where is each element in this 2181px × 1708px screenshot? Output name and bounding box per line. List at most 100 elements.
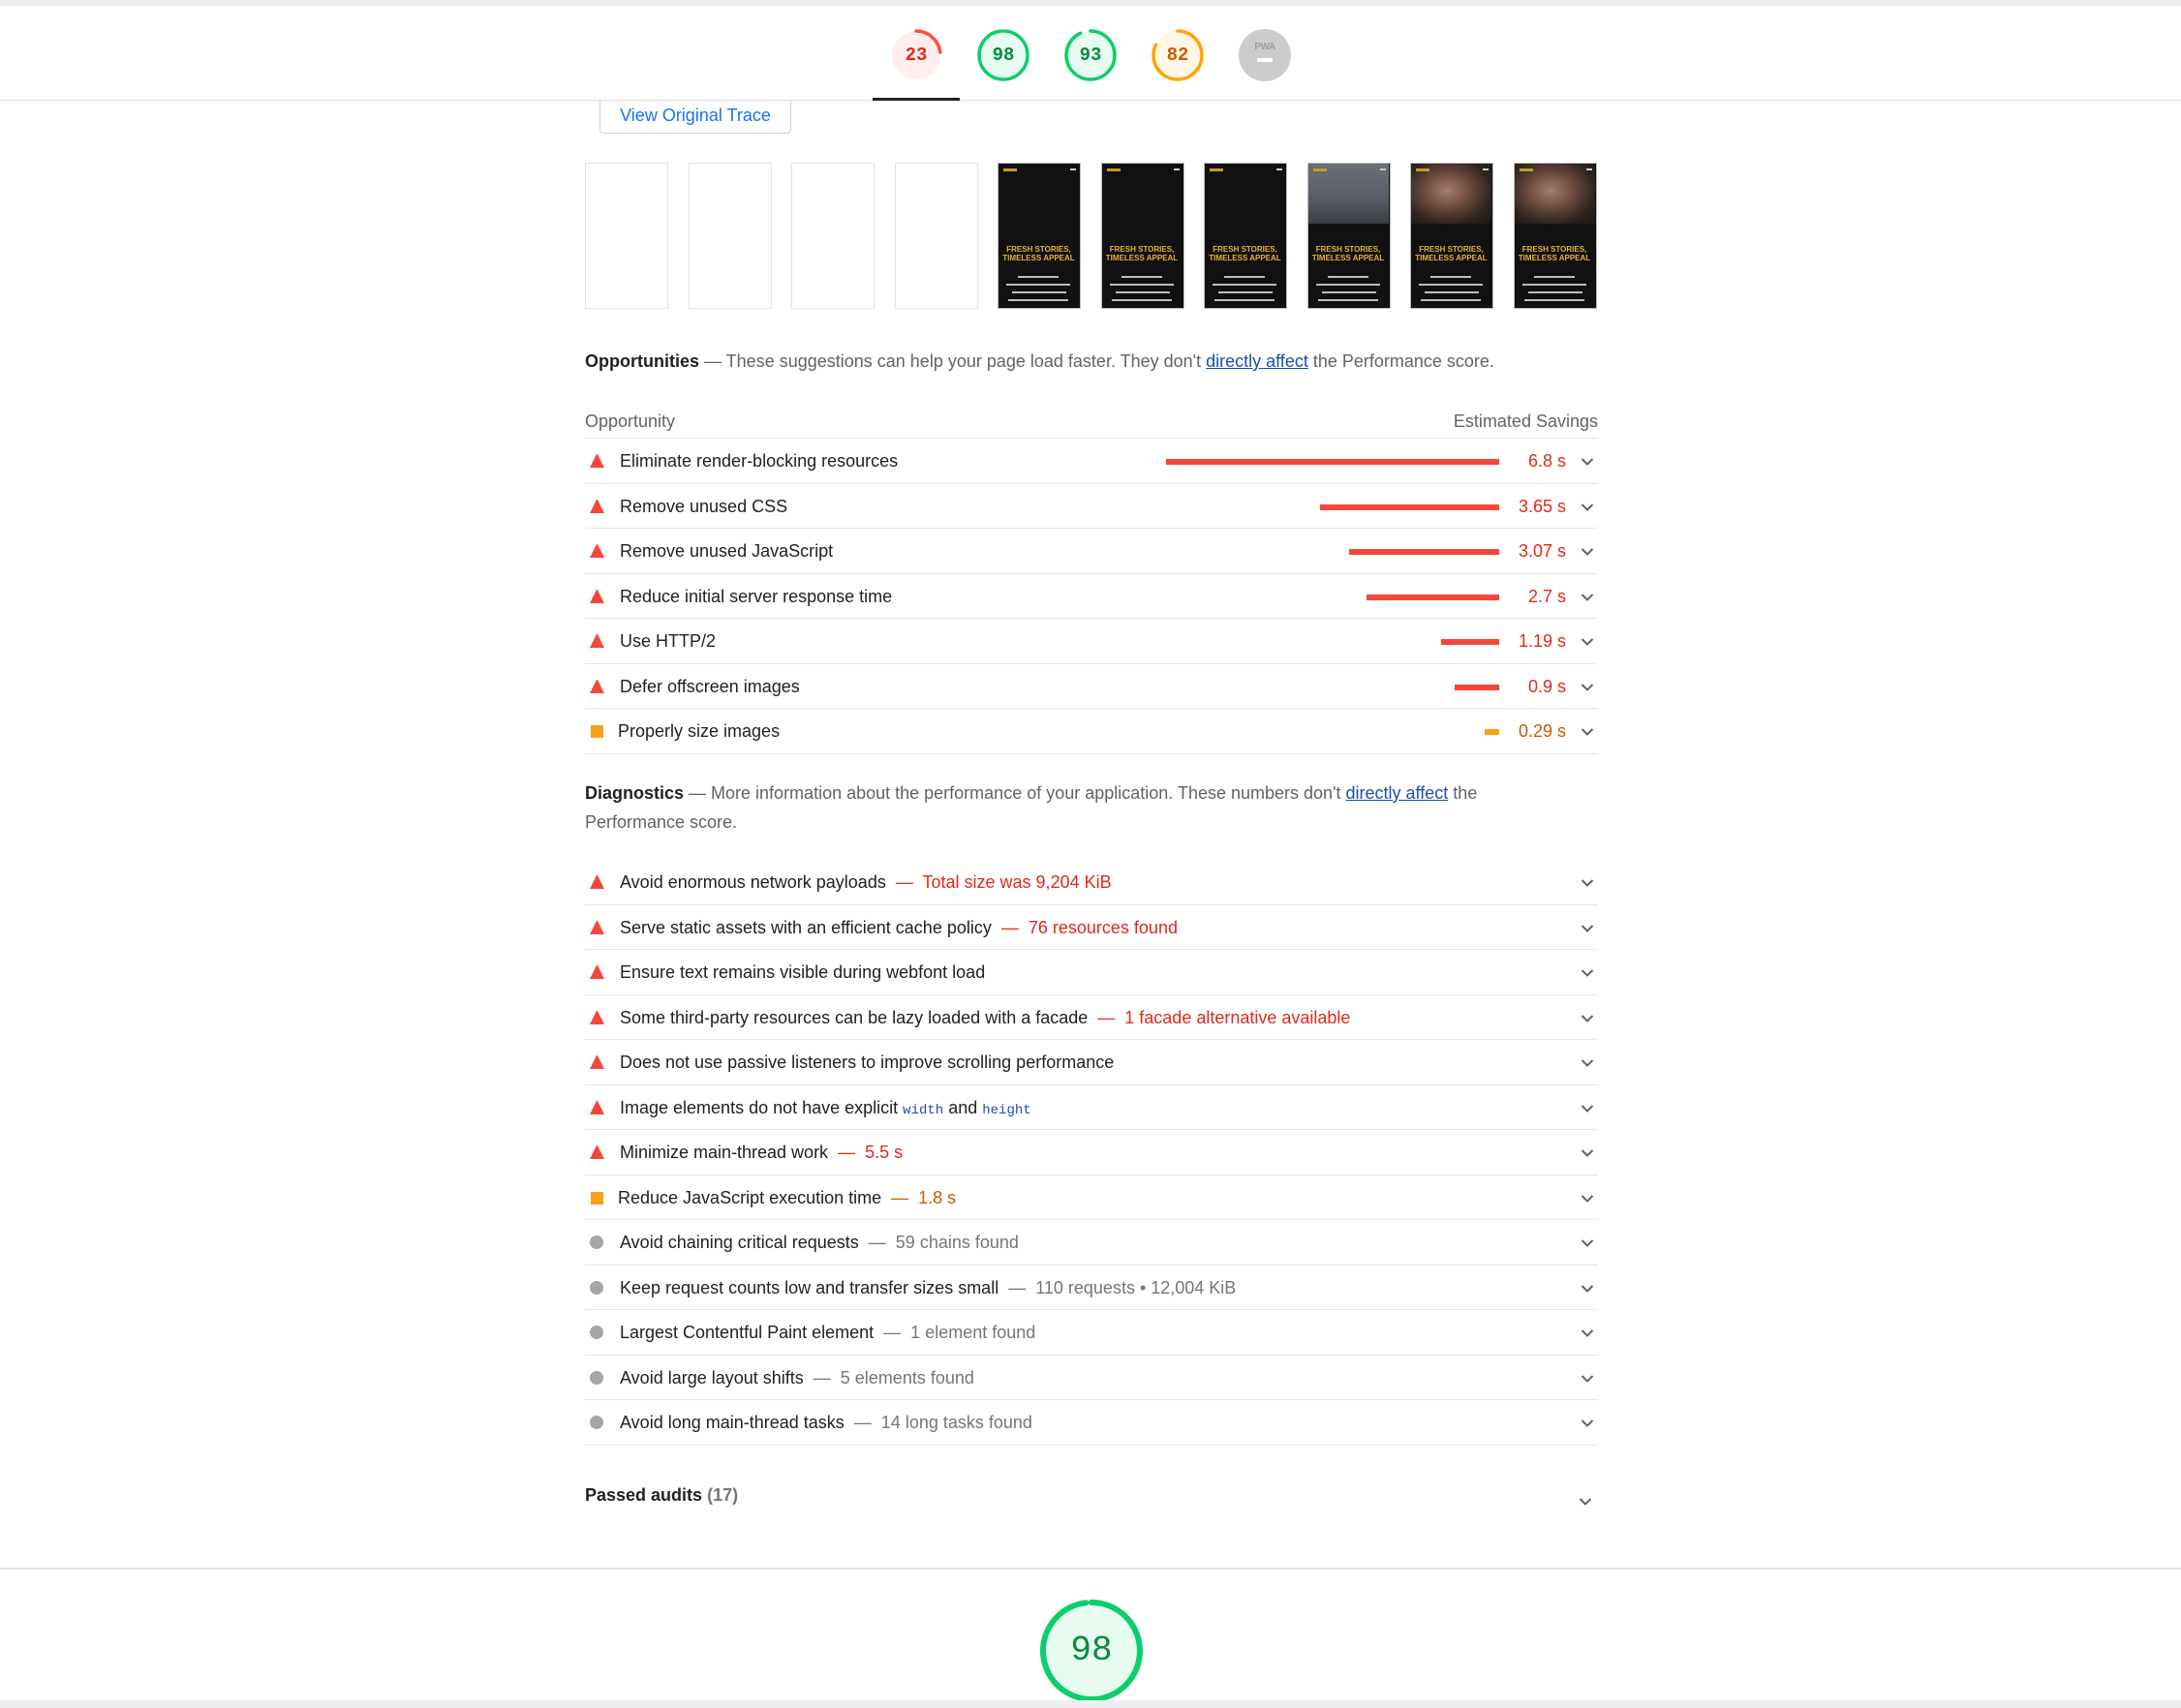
directly-affect-link[interactable]: directly affect	[1346, 783, 1449, 803]
chevron-down-icon[interactable]	[1581, 1055, 1594, 1067]
frame-text-line	[1109, 284, 1174, 286]
diagnostic-row[interactable]: Ensure text remains visible during webfo…	[585, 950, 1598, 995]
diagnostic-title-text: Avoid large layout shifts	[620, 1367, 804, 1388]
diagnostic-row[interactable]: Image elements do not have explicit widt…	[585, 1085, 1598, 1130]
opportunity-title: Remove unused JavaScript	[620, 541, 834, 561]
frame-text-line	[1421, 299, 1481, 301]
chevron-down-icon[interactable]	[1581, 454, 1594, 466]
diagnostic-title: Serve static assets with an efficient ca…	[620, 918, 1178, 938]
chevron-down-icon[interactable]	[1581, 1371, 1594, 1383]
chevron-down-icon[interactable]	[1581, 1191, 1594, 1203]
performance-score-gauge[interactable]: 23	[889, 28, 943, 82]
frame-text-line	[1115, 291, 1170, 293]
opportunity-row[interactable]: Reduce initial server response time 2.7 s	[585, 574, 1598, 619]
passed-audits-count: (17)	[707, 1485, 739, 1505]
pwa-score-gauge[interactable]: PWA	[1238, 28, 1292, 82]
chevron-down-icon[interactable]	[1581, 634, 1594, 646]
diagnostic-row[interactable]: Some third-party resources can be lazy l…	[585, 995, 1598, 1040]
fail-triangle-icon	[590, 589, 604, 603]
frame-headline: FRESH STORIES, TIMELESS APPEAL	[1002, 245, 1075, 262]
estimated-savings-value: 2.7 s	[1527, 586, 1566, 606]
diagnostic-row[interactable]: Keep request counts low and transfer siz…	[585, 1266, 1598, 1310]
chevron-down-icon[interactable]	[1581, 965, 1594, 977]
opportunity-row[interactable]: Remove unused JavaScript 3.07 s	[585, 529, 1598, 574]
diagnostics-title: Diagnostics	[585, 783, 685, 803]
diagnostic-row[interactable]: Largest Contentful Paint element — 1 ele…	[585, 1310, 1598, 1356]
diagnostic-detail: — 5 elements found	[803, 1367, 974, 1388]
opportunity-row[interactable]: Defer offscreen images 0.9 s	[585, 664, 1598, 709]
chevron-down-icon[interactable]	[1581, 875, 1594, 887]
filmstrip-frame	[585, 163, 668, 309]
chevron-down-icon[interactable]	[1579, 1491, 1592, 1511]
opportunity-column-label: Opportunity	[585, 412, 676, 431]
code-width: width	[903, 1102, 944, 1118]
frame-headline: FRESH STORIES, TIMELESS APPEAL	[1209, 245, 1281, 262]
filmstrip-frame: FRESH STORIES, TIMELESS APPEAL	[1410, 163, 1493, 309]
accessibility-score-value: 98	[1070, 1631, 1113, 1670]
diagnostic-row[interactable]: Minimize main-thread work — 5.5 s	[585, 1130, 1598, 1175]
chevron-down-icon[interactable]	[1581, 1235, 1594, 1247]
chevron-down-icon[interactable]	[1581, 544, 1594, 556]
opportunity-row[interactable]: Remove unused CSS 3.65 s	[585, 484, 1598, 529]
gauge-row: 23 98 93 82 PWA	[872, 6, 1307, 101]
estimated-savings-value: 1.19 s	[1518, 631, 1566, 651]
diagnostic-detail: — 76 resources found	[991, 917, 1178, 937]
filmstrip-frame	[791, 163, 875, 309]
opportunity-title: Properly size images	[618, 721, 781, 741]
seo-score-gauge[interactable]: 82	[1151, 28, 1205, 82]
accessibility-score-gauge[interactable]: 98	[1039, 1599, 1144, 1703]
diagnostic-detail: — 1 element found	[874, 1323, 1036, 1342]
diagnostics-description-end: the	[1448, 783, 1478, 803]
accessibility-score-value: 98	[992, 45, 1015, 66]
filmstrip-frame: FRESH STORIES, TIMELESS APPEAL	[1513, 163, 1597, 309]
diagnostic-row[interactable]: Avoid chaining critical requests — 59 ch…	[585, 1220, 1598, 1266]
chevron-down-icon[interactable]	[1581, 1145, 1594, 1157]
savings-bar	[1320, 503, 1499, 510]
opportunity-row[interactable]: Eliminate render-blocking resources 6.8 s	[585, 439, 1598, 484]
frame-logo	[1106, 168, 1121, 171]
chevron-down-icon[interactable]	[1581, 680, 1594, 691]
chevron-down-icon[interactable]	[1581, 1101, 1594, 1113]
diagnostic-row[interactable]: Reduce JavaScript execution time — 1.8 s	[585, 1175, 1598, 1220]
frame-text-line	[1430, 276, 1471, 278]
opportunity-row[interactable]: Use HTTP/2 1.19 s	[585, 619, 1598, 664]
chevron-down-icon[interactable]	[1581, 1416, 1594, 1427]
opportunity-title: Eliminate render-blocking resources	[620, 451, 899, 471]
chevron-down-icon[interactable]	[1581, 590, 1594, 601]
opportunity-title: Use HTTP/2	[620, 631, 717, 651]
passed-audits-toggle[interactable]: Passed audits (17)	[585, 1476, 1598, 1514]
estimated-savings-value: 0.29 s	[1518, 721, 1566, 741]
average-square-icon	[591, 725, 603, 738]
chevron-down-icon[interactable]	[1581, 1281, 1594, 1293]
directly-affect-link[interactable]: directly affect	[1206, 351, 1308, 371]
diagnostic-title: Largest Contentful Paint element — 1 ele…	[620, 1323, 1035, 1343]
frame-text-line	[1018, 276, 1059, 278]
view-original-trace-button[interactable]: View Original Trace	[599, 101, 791, 134]
diagnostic-title-text: Serve static assets with an efficient ca…	[620, 917, 992, 937]
best-practices-score-value: 93	[1079, 45, 1102, 66]
diagnostic-row[interactable]: Avoid large layout shifts — 5 elements f…	[585, 1356, 1598, 1400]
diagnostic-row[interactable]: Serve static assets with an efficient ca…	[585, 905, 1598, 950]
chevron-down-icon[interactable]	[1581, 500, 1594, 511]
code-height: height	[982, 1102, 1031, 1118]
savings-bar	[1348, 549, 1499, 555]
chevron-down-icon[interactable]	[1581, 1326, 1594, 1337]
chevron-down-icon[interactable]	[1581, 921, 1594, 932]
diagnostic-title-text: Largest Contentful Paint element	[620, 1323, 875, 1342]
diagnostic-detail: — Total size was 9,204 KiB	[885, 872, 1112, 892]
menu-icon	[1173, 168, 1180, 170]
diagnostic-row[interactable]: Avoid long main-thread tasks — 14 long t…	[585, 1400, 1598, 1446]
best-practices-score-gauge[interactable]: 93	[1063, 28, 1118, 82]
seo-score-value: 82	[1166, 45, 1189, 66]
opportunity-row[interactable]: Properly size images 0.29 s	[585, 709, 1598, 754]
chevron-down-icon[interactable]	[1581, 724, 1594, 736]
diagnostic-detail: — 14 long tasks found	[844, 1413, 1032, 1432]
chevron-down-icon[interactable]	[1581, 1011, 1594, 1022]
accessibility-score-gauge[interactable]: 98	[976, 28, 1030, 82]
fail-triangle-icon	[590, 679, 604, 693]
diagnostic-row[interactable]: Does not use passive listeners to improv…	[585, 1040, 1598, 1085]
diagnostic-row[interactable]: Avoid enormous network payloads — Total …	[585, 860, 1598, 905]
diagnostic-title-text: Minimize main-thread work	[620, 1143, 829, 1162]
diagnostic-title-text: Avoid chaining critical requests	[620, 1233, 859, 1252]
fail-triangle-icon	[590, 1055, 604, 1069]
